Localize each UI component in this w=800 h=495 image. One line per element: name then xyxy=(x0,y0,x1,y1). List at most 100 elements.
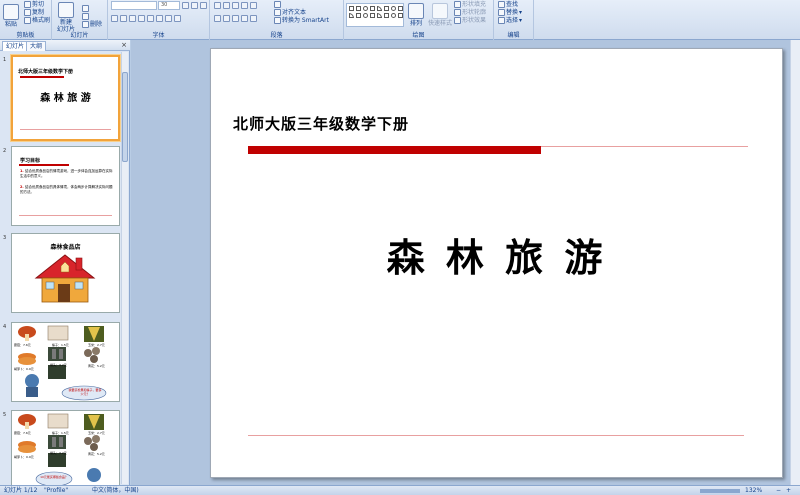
workspace-scrollbar[interactable] xyxy=(790,40,800,485)
rect-shape-icon[interactable] xyxy=(356,6,361,11)
triangle-shape-icon[interactable] xyxy=(384,6,389,11)
align-center-icon[interactable] xyxy=(223,15,230,22)
line-spacing-icon[interactable] xyxy=(250,2,257,9)
format-painter-button[interactable]: 格式刷 xyxy=(24,17,50,24)
tab-slides[interactable]: 幻灯片 xyxy=(2,41,29,51)
reset-icon xyxy=(82,13,89,20)
new-slide-button[interactable]: 新建 幻灯片 xyxy=(57,2,75,33)
plus-icon[interactable]: + xyxy=(786,486,791,495)
slide-thumbnail-5[interactable]: 蘑菇：7.6元 榛子：1.5元 玉米：2.7元 黄花：5.2元 胡萝卜：0.9元… xyxy=(11,410,120,486)
font-size-buttons xyxy=(182,2,207,9)
price-label: 罐头：3.2元 xyxy=(50,451,67,455)
decrease-indent-icon[interactable] xyxy=(232,2,239,9)
drawing-group: 排列 快速样式 形状填充 形状轮廓 形状效果 绘图 xyxy=(344,0,494,40)
pane-tabs: 幻灯片 大纲 × xyxy=(0,40,130,51)
spacing-icon[interactable] xyxy=(156,15,163,22)
slide-thumbnail-2[interactable]: 学习目标 1. 结合优质食品店的情境游戏，进一步体会连加运算在实际生活中的意义。… xyxy=(11,146,120,226)
minus-icon[interactable]: − xyxy=(776,486,781,495)
underline-icon[interactable] xyxy=(129,15,136,22)
font-name-box[interactable] xyxy=(111,1,157,10)
select-button[interactable]: 选择 ▾ xyxy=(498,17,522,24)
close-icon[interactable]: × xyxy=(121,41,127,49)
font-color-icon[interactable] xyxy=(174,15,181,22)
moon-shape-icon[interactable] xyxy=(391,13,396,18)
cut-button[interactable]: 剪切 xyxy=(24,1,44,8)
circle-shape-icon[interactable] xyxy=(391,6,396,11)
font-size-box[interactable]: 30 xyxy=(158,1,180,10)
grow-font-icon[interactable] xyxy=(182,2,189,9)
thumb-red-bar xyxy=(19,164,69,166)
shape-outline-button[interactable]: 形状轮廓 xyxy=(454,9,486,16)
replace-button[interactable]: 替换 ▾ xyxy=(498,9,522,16)
chevron-down-icon: ▾ xyxy=(519,9,523,16)
shape-effects-button[interactable]: 形状效果 xyxy=(454,17,486,24)
slides-group-label: 幻灯片 xyxy=(70,32,89,39)
arrange-icon xyxy=(408,3,424,19)
paragraph-group-label: 段落 xyxy=(270,32,283,39)
line-shape-icon[interactable] xyxy=(370,6,375,11)
star-shape-icon[interactable] xyxy=(398,6,403,11)
text-direction-button[interactable] xyxy=(274,1,281,8)
bullets-icon[interactable] xyxy=(214,2,221,9)
oval-shape-icon[interactable] xyxy=(363,6,368,11)
layout-button[interactable] xyxy=(82,5,89,12)
paste-button[interactable]: 粘贴 xyxy=(3,4,19,28)
find-button[interactable]: 查找 xyxy=(498,1,518,8)
font-group-label: 字体 xyxy=(152,32,165,39)
italic-icon[interactable] xyxy=(120,15,127,22)
block-shape-icon[interactable] xyxy=(384,13,389,18)
shape-fill-button[interactable]: 形状填充 xyxy=(454,1,486,8)
quick-styles-button[interactable]: 快速样式 xyxy=(428,3,452,27)
reset-button[interactable] xyxy=(82,13,89,20)
thumb-heading: 学习目标 xyxy=(20,158,41,164)
callout-shape-icon[interactable] xyxy=(356,13,361,18)
language-status[interactable]: 中文(简体，中国) xyxy=(92,486,139,495)
select-icon xyxy=(498,17,505,24)
slide-thumbnail-3[interactable]: 森林食品店 xyxy=(11,233,120,313)
slide-thumbnail-4[interactable]: 蘑菇：7.6元 榛子：1.5元 玉米：2.7元 黄花：5.2元 胡萝卜：0.9元… xyxy=(11,322,120,402)
strikethrough-icon[interactable] xyxy=(138,15,145,22)
align-right-icon[interactable] xyxy=(232,15,239,22)
pane-scrollbar[interactable] xyxy=(121,52,128,484)
editing-group: 查找 替换 ▾ 选择 ▾ 编辑 xyxy=(494,0,534,40)
thumb-number: 3 xyxy=(3,235,7,241)
arrow-shape-icon[interactable] xyxy=(377,6,382,11)
tab-outline[interactable]: 大纲 xyxy=(26,41,47,51)
align-buttons xyxy=(214,15,257,22)
numbering-icon[interactable] xyxy=(223,2,230,9)
wave-shape-icon[interactable] xyxy=(377,13,382,18)
increase-indent-icon[interactable] xyxy=(241,2,248,9)
shadow-icon[interactable] xyxy=(147,15,154,22)
slide-thumbnail-1[interactable]: 北师大版三年级数学下册 森 林 旅 游 xyxy=(10,54,121,142)
replace-icon xyxy=(498,9,505,16)
copy-button[interactable]: 复制 xyxy=(24,9,44,16)
shrink-font-icon[interactable] xyxy=(191,2,198,9)
slide-canvas[interactable]: 北师大版三年级数学下册 森 林 旅 游 xyxy=(210,48,783,478)
shapes-gallery[interactable] xyxy=(346,3,404,27)
justify-icon[interactable] xyxy=(241,15,248,22)
speech-bubble: 10元能买哪些食品？ xyxy=(40,475,68,479)
effects-icon xyxy=(454,17,461,24)
slide-title[interactable]: 森 林 旅 游 xyxy=(211,227,782,282)
bold-icon[interactable] xyxy=(111,15,118,22)
thumb-item-1: 1. 结合优质食品店的情境游戏，进一步体会连加运算在实际生活中的意义。 xyxy=(20,169,113,178)
align-text-button[interactable]: 对齐文本 xyxy=(274,9,306,16)
smiley-shape-icon[interactable] xyxy=(363,13,368,18)
brace-shape-icon[interactable] xyxy=(370,13,375,18)
more-shapes-icon[interactable] xyxy=(398,13,403,18)
clear-format-icon[interactable] xyxy=(200,2,207,9)
smartart-button[interactable]: 转换为 SmartArt xyxy=(274,17,329,24)
case-icon[interactable] xyxy=(165,15,172,22)
align-left-icon[interactable] xyxy=(214,15,221,22)
slide-subtitle[interactable]: 北师大版三年级数学下册 xyxy=(233,113,409,134)
pane-scroll-thumb[interactable] xyxy=(122,72,128,162)
arrange-button[interactable]: 排列 xyxy=(408,3,424,27)
zoom-level[interactable]: 132% xyxy=(745,486,762,495)
columns-icon[interactable] xyxy=(250,15,257,22)
curve-shape-icon[interactable] xyxy=(349,13,354,18)
fill-icon xyxy=(454,1,461,8)
price-label: 胡萝卜：0.9元 xyxy=(14,367,34,371)
delete-slide-button[interactable]: 删除 xyxy=(82,21,102,28)
zoom-slider[interactable] xyxy=(700,489,740,493)
textbox-shape-icon[interactable] xyxy=(349,6,354,11)
